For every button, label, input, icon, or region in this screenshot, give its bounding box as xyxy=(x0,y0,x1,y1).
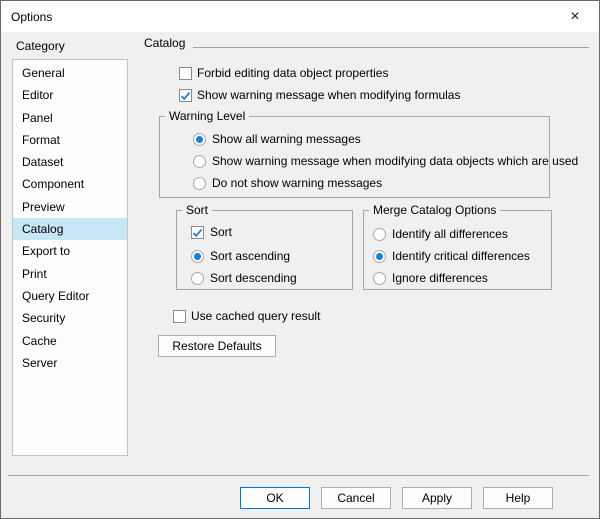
radio-warn-when-used-label[interactable]: Show warning message when modifying data… xyxy=(212,154,578,169)
sidebar-item-print[interactable]: Print xyxy=(13,263,127,285)
radio-identify-critical-differences-label[interactable]: Identify critical differences xyxy=(392,249,530,264)
ok-button-label: OK xyxy=(266,491,284,505)
radio-no-warnings-label[interactable]: Do not show warning messages xyxy=(212,176,382,191)
restore-defaults-label: Restore Defaults xyxy=(172,339,262,353)
restore-defaults-button[interactable]: Restore Defaults xyxy=(158,335,276,357)
radio-warn-when-used[interactable] xyxy=(193,155,206,168)
show-warning-label[interactable]: Show warning message when modifying form… xyxy=(197,88,460,103)
radio-dot-icon xyxy=(196,136,203,143)
sidebar-item-server[interactable]: Server xyxy=(13,352,127,374)
apply-button-label: Apply xyxy=(421,491,453,505)
cancel-button-label: Cancel xyxy=(337,491,375,505)
sidebar-item-format[interactable]: Format xyxy=(13,129,127,151)
radio-ignore-differences[interactable] xyxy=(373,272,386,285)
radio-sort-descending-label[interactable]: Sort descending xyxy=(210,271,297,286)
sidebar-item-editor[interactable]: Editor xyxy=(13,84,127,106)
merge-catalog-groupbox: Merge Catalog Options Identify all diffe… xyxy=(363,203,552,290)
close-icon: × xyxy=(570,7,580,25)
radio-ignore-differences-label[interactable]: Ignore differences xyxy=(392,271,488,286)
radio-identify-all-differences[interactable] xyxy=(373,228,386,241)
warning-level-title: Warning Level xyxy=(165,109,250,123)
radio-dot-icon xyxy=(194,253,201,260)
radio-sort-ascending[interactable] xyxy=(191,250,204,263)
window-title: Options xyxy=(11,10,53,24)
sort-checkbox[interactable] xyxy=(191,226,204,239)
sidebar-item-preview[interactable]: Preview xyxy=(13,196,127,218)
radio-sort-ascending-label[interactable]: Sort ascending xyxy=(210,249,290,264)
forbid-editing-label[interactable]: Forbid editing data object properties xyxy=(197,66,388,81)
footer-divider xyxy=(8,475,589,476)
sidebar-item-export-to[interactable]: Export to xyxy=(13,240,127,262)
apply-button[interactable]: Apply xyxy=(402,487,472,509)
radio-identify-critical-differences[interactable] xyxy=(373,250,386,263)
sidebar-item-panel[interactable]: Panel xyxy=(13,107,127,129)
sort-title: Sort xyxy=(182,203,213,217)
category-label: Category xyxy=(16,39,65,53)
options-dialog: Options × Category General Editor Panel … xyxy=(0,0,600,519)
use-cached-checkbox[interactable] xyxy=(173,310,186,323)
ok-button[interactable]: OK xyxy=(240,487,310,509)
titlebar: Options × xyxy=(1,1,599,32)
sidebar-item-query-editor[interactable]: Query Editor xyxy=(13,285,127,307)
merge-catalog-title: Merge Catalog Options xyxy=(369,203,501,217)
category-listbox: General Editor Panel Format Dataset Comp… xyxy=(12,59,128,456)
radio-identify-all-differences-label[interactable]: Identify all differences xyxy=(392,227,508,242)
close-button[interactable]: × xyxy=(557,1,593,32)
cancel-button[interactable]: Cancel xyxy=(321,487,391,509)
radio-no-warnings[interactable] xyxy=(193,177,206,190)
section-title: Catalog xyxy=(144,36,186,50)
radio-show-all-warnings[interactable] xyxy=(193,133,206,146)
sidebar-item-catalog[interactable]: Catalog xyxy=(13,218,127,241)
sidebar-item-general[interactable]: General xyxy=(13,62,127,84)
radio-show-all-warnings-label[interactable]: Show all warning messages xyxy=(212,132,361,147)
sidebar-item-security[interactable]: Security xyxy=(13,307,127,329)
sidebar-item-dataset[interactable]: Dataset xyxy=(13,151,127,173)
forbid-editing-checkbox[interactable] xyxy=(179,67,192,80)
sort-groupbox: Sort Sort Sort ascending Sort descending xyxy=(176,203,353,290)
sort-checkbox-label[interactable]: Sort xyxy=(210,225,232,240)
checkmark-icon xyxy=(192,229,203,238)
sidebar-item-cache[interactable]: Cache xyxy=(13,330,127,352)
help-button[interactable]: Help xyxy=(483,487,553,509)
sidebar-item-component[interactable]: Component xyxy=(13,173,127,195)
radio-sort-descending[interactable] xyxy=(191,272,204,285)
section-rule xyxy=(193,47,589,48)
help-button-label: Help xyxy=(505,491,531,505)
warning-level-groupbox: Warning Level Show all warning messages … xyxy=(159,109,578,198)
checkmark-icon xyxy=(180,92,191,101)
use-cached-label[interactable]: Use cached query result xyxy=(191,309,320,324)
radio-dot-icon xyxy=(376,253,383,260)
show-warning-checkbox[interactable] xyxy=(179,89,192,102)
